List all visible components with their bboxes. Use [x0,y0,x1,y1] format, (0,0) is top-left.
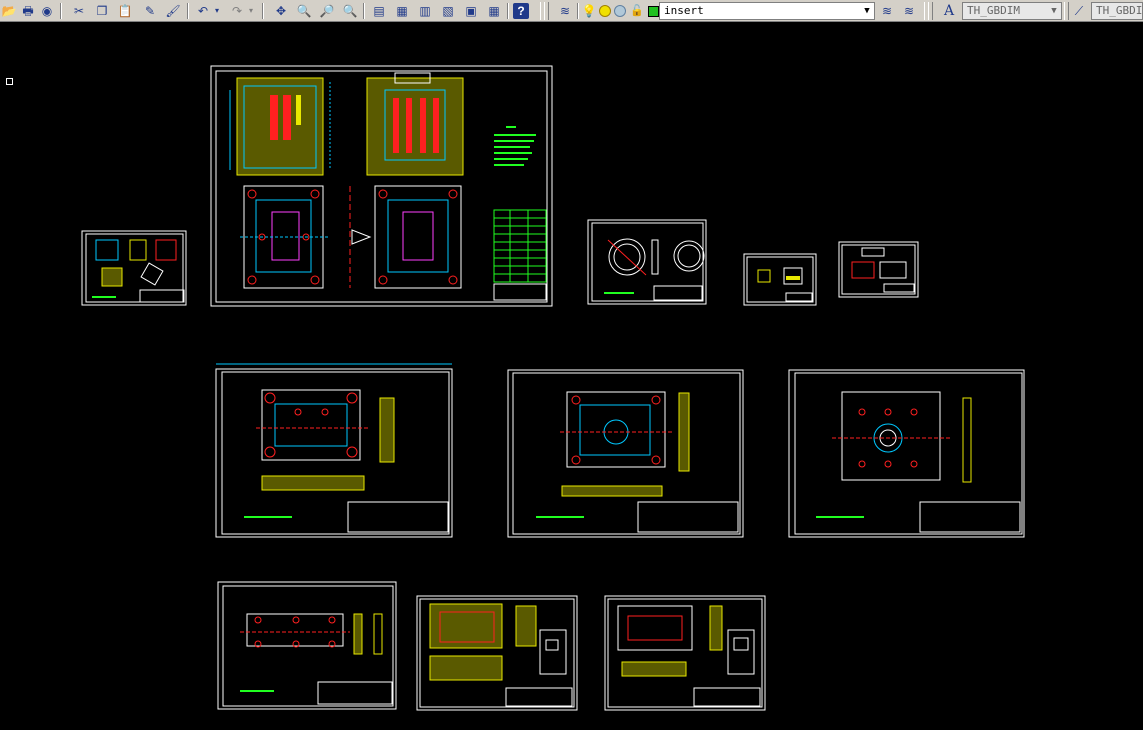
brush-icon[interactable]: ✎ [141,2,159,20]
bulb-icon[interactable]: 💡 [580,2,598,20]
plate-sheet-6 [604,595,766,711]
chevron-down-icon[interactable]: ▼ [860,3,874,19]
drawing-canvas[interactable] [0,23,1143,730]
chevron-down-icon[interactable]: ▼ [1047,3,1061,19]
freeze-icon[interactable] [614,5,626,17]
layer-previous-icon[interactable]: ≋ [900,2,918,20]
text-style-icon[interactable]: A [940,2,958,20]
zoom-previous-icon[interactable]: 🔍 [341,2,359,20]
zoom-window-icon[interactable]: 🔎 [318,2,336,20]
standard-toolbar: 📂 🖶 ◉ ✂ ❐ 📋 ✎ 🖌 ↶ ▾ ↷ ▾ ✥ 🔍 🔎 🔍 ▤ ▦ ▥ ▧ … [0,0,1143,22]
tool-palettes-icon[interactable]: ▥ [416,2,434,20]
part-sheet-1 [81,230,187,306]
color-swatch-icon [648,6,659,17]
open-icon[interactable]: 📂 [0,2,18,20]
dimstyle-combo[interactable]: TH_GBDIM ▼ [962,2,1062,20]
dimstyle-combo-2[interactable]: TH_GBDIM [1091,2,1143,20]
calculator-icon[interactable]: ▦ [485,2,503,20]
undo-dropdown-icon[interactable]: ▾ [212,2,222,20]
layer-combo-value: insert [664,4,704,17]
pan-icon[interactable]: ✥ [272,2,290,20]
design-center-icon[interactable]: ▦ [393,2,411,20]
plate-sheet-1 [215,363,453,538]
dimstyle-combo-2-value: TH_GBDIM [1096,4,1143,17]
dimstyle-combo-value: TH_GBDIM [967,4,1020,17]
plate-sheet-5 [416,595,578,711]
plate-sheet-2 [507,369,744,538]
sun-icon[interactable] [599,5,611,17]
make-current-icon[interactable]: ≋ [878,2,896,20]
sheet-set-icon[interactable]: ▧ [439,2,457,20]
assembly-sheet [210,65,553,307]
part-sheet-2 [587,219,707,305]
zoom-realtime-icon[interactable]: 🔍 [295,2,313,20]
layer-combo[interactable]: insert ▼ [659,2,875,20]
preview-icon[interactable]: ◉ [38,2,56,20]
markup-icon[interactable]: ▣ [462,2,480,20]
lock-icon[interactable]: 🔓 [628,2,646,20]
layer-manager-icon[interactable]: ≋ [556,2,574,20]
redo-dropdown-icon[interactable]: ▾ [246,2,256,20]
match-properties-icon[interactable]: 🖌 [164,2,182,20]
part-sheet-4 [838,241,919,298]
undo-icon[interactable]: ↶ [194,2,212,20]
help-icon[interactable]: ? [513,3,529,19]
part-sheet-3 [743,253,817,306]
redo-icon[interactable]: ↷ [228,2,246,20]
plate-sheet-4 [217,581,397,710]
plot-icon[interactable]: 🖶 [19,2,37,20]
dim-style-icon[interactable]: ⟋ [1070,2,1088,20]
cut-icon[interactable]: ✂ [70,2,88,20]
plate-sheet-3 [788,369,1025,538]
properties-icon[interactable]: ▤ [370,2,388,20]
paste-icon[interactable]: 📋 [116,2,134,20]
copy-icon[interactable]: ❐ [93,2,111,20]
